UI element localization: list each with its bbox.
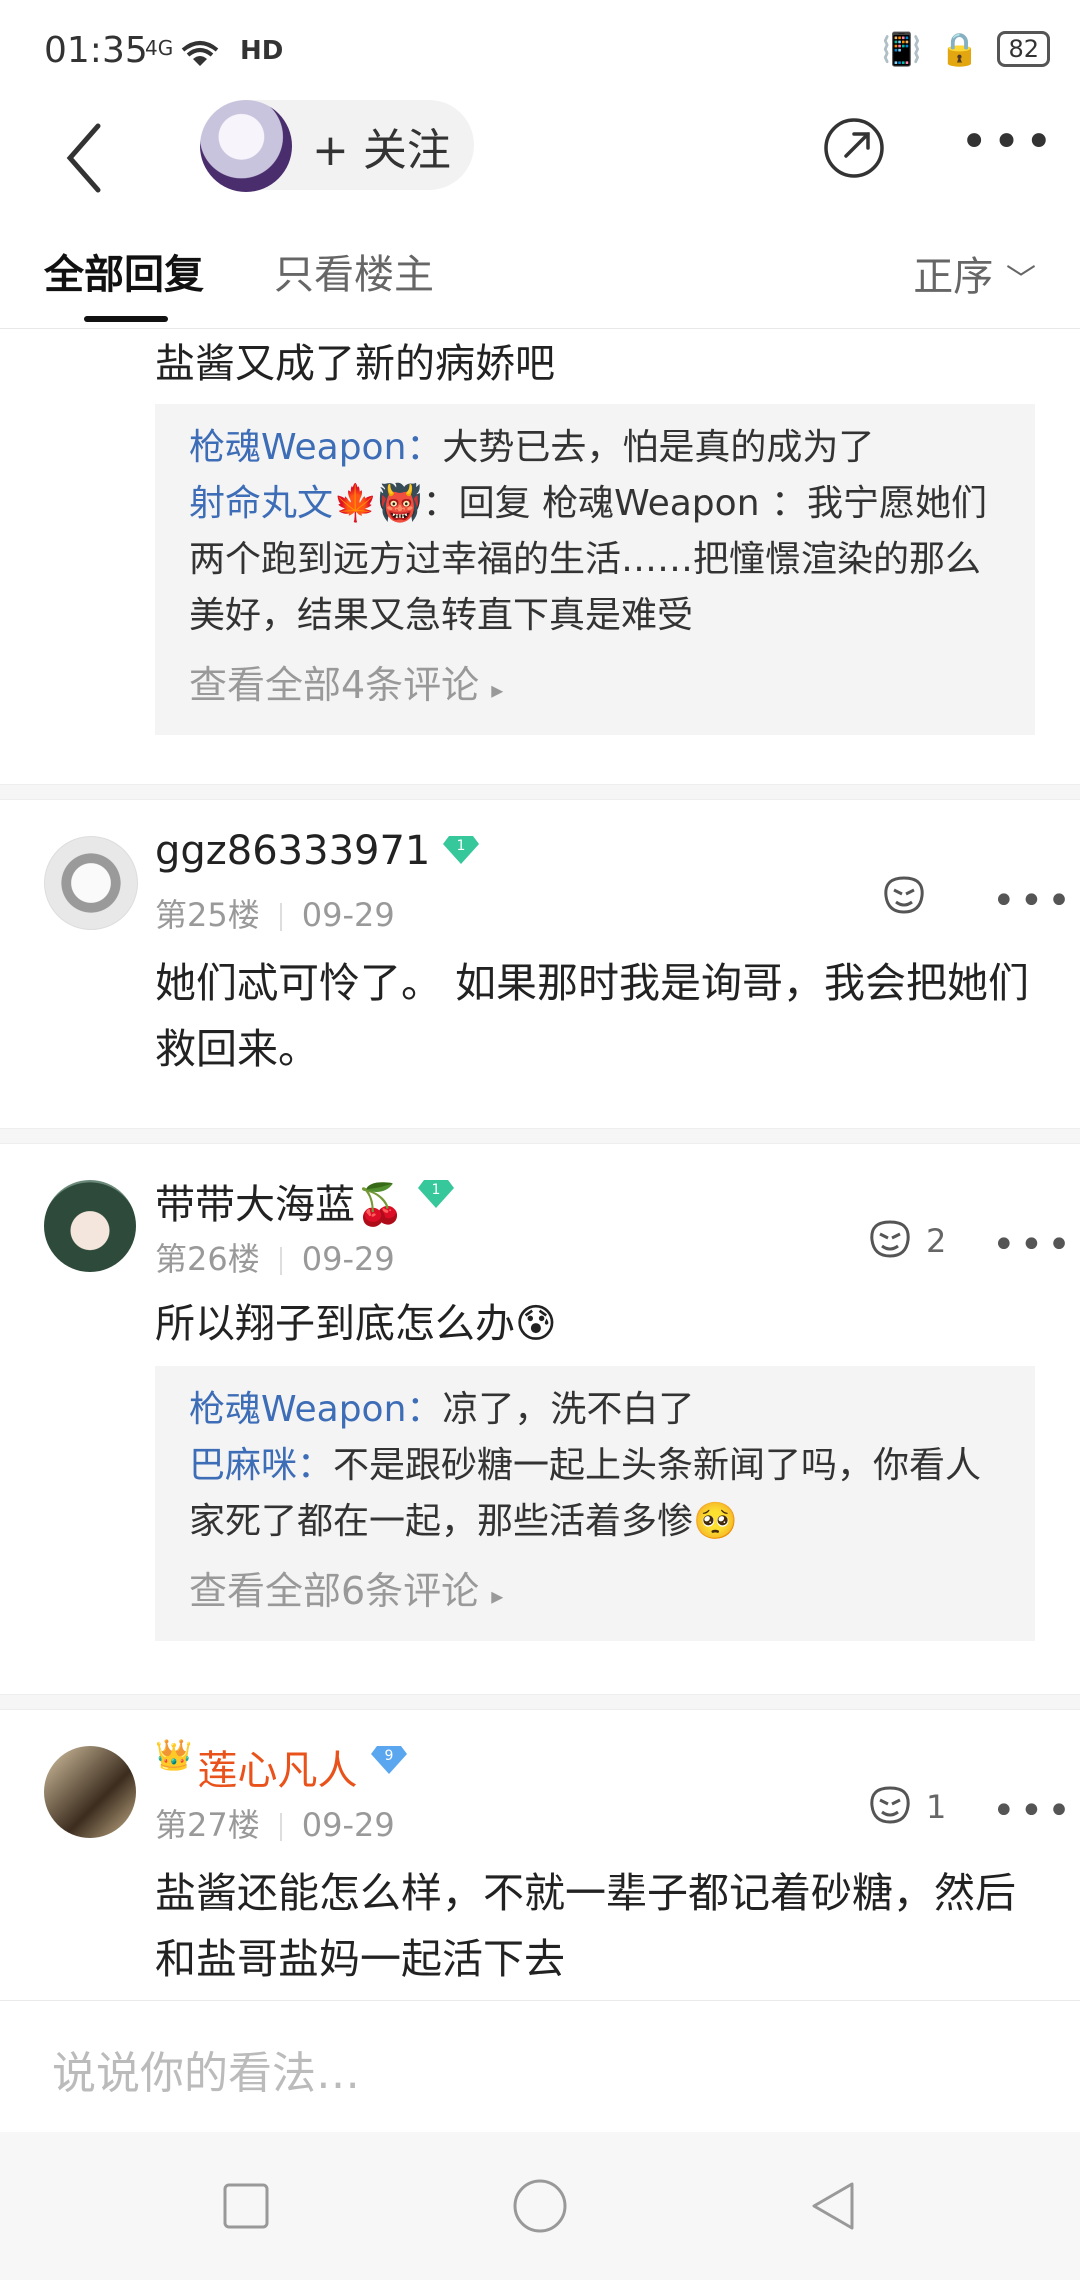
comment-more-icon[interactable]: ••• (992, 878, 1075, 924)
reply-author[interactable]: 枪魂Weapon： (189, 427, 442, 468)
comment-input[interactable]: 说说你的看法… (52, 2037, 360, 2101)
comment-meta: 第27楼 09-29 (155, 1800, 395, 1846)
tab-all-replies[interactable]: 全部回复 (44, 242, 204, 300)
reply-text: 大势已去，怕是真的成为了 (442, 427, 875, 468)
status-right: 📳 🔒 82 (882, 30, 1050, 68)
reply-author[interactable]: 枪魂Weapon： (189, 1389, 442, 1430)
top-post: 盐酱又成了新的病娇吧 枪魂Weapon：大势已去，怕是真的成为了 射命丸文🍁👹：… (155, 332, 1035, 735)
sort-label: 正序 (913, 254, 994, 300)
wifi-icon (181, 41, 219, 66)
user-line: ggz86333971 1 (155, 828, 481, 874)
share-icon[interactable] (822, 116, 886, 180)
level-number: 1 (431, 1182, 440, 1198)
level-number: 9 (384, 1748, 393, 1764)
back-arrow-icon[interactable] (60, 118, 120, 198)
reply-author[interactable]: 射命丸文 (189, 483, 333, 524)
like-icon[interactable] (880, 872, 928, 916)
user-avatar[interactable] (44, 1180, 136, 1272)
meta-separator (279, 903, 282, 931)
comment-26: 带带大海蓝🍒 1 第26楼 09-29 2 ••• 所以翔子到底怎么办😰 枪魂We… (0, 1144, 1080, 1694)
comment-more-icon[interactable]: ••• (992, 1788, 1075, 1834)
maple-leaf-icon: 🍁 (333, 483, 378, 524)
view-all-comments-link[interactable]: 查看全部4条评论 ▸ (189, 654, 1001, 709)
top-nav: + 关注 ••• (0, 100, 1080, 220)
username[interactable]: 莲心凡人 (197, 1748, 357, 1794)
crown-icon: 👑 (155, 1738, 193, 1773)
more-menu-icon[interactable]: ••• (960, 114, 1057, 170)
meta-separator (279, 1813, 282, 1841)
user-avatar[interactable] (44, 836, 138, 930)
reply-text: 凉了，洗不白了 (442, 1389, 695, 1430)
reply-tabs: 全部回复 只看楼主 正序 ﹀ (0, 220, 1080, 329)
comment-date: 09-29 (301, 1806, 395, 1844)
caret-right-icon: ▸ (491, 1582, 504, 1610)
follow-button[interactable]: + 关注 (312, 114, 451, 178)
reply-item: 枪魂Weapon：凉了，洗不白了 (189, 1382, 1001, 1438)
floor-label: 第26楼 (155, 1240, 260, 1278)
tab-owner-only[interactable]: 只看楼主 (274, 242, 434, 300)
username[interactable]: 带带大海蓝🍒 (155, 1182, 405, 1228)
caret-right-icon: ▸ (491, 676, 504, 704)
view-all-label: 查看全部6条评论 (189, 1569, 480, 1613)
comment-input-bar[interactable]: 说说你的看法… (0, 2000, 1080, 2131)
vibrate-icon: 📳 (881, 30, 922, 68)
chevron-down-icon: ﹀ (1006, 263, 1036, 298)
status-bar: 01:35 4G HD 📳 🔒 82 (0, 0, 1080, 100)
home-icon[interactable] (512, 2178, 568, 2234)
floor-label: 第25楼 (155, 896, 260, 934)
comment-more-icon[interactable]: ••• (992, 1222, 1075, 1268)
comment-date: 09-29 (301, 896, 395, 934)
follow-pill[interactable]: + 关注 (200, 100, 474, 192)
section-divider (0, 1694, 1080, 1710)
comment-text: 她们忒可怜了。 如果那时我是询哥，我会把她们救回来。 (155, 959, 1030, 1073)
level-number: 1 (457, 838, 466, 854)
status-time: 01:35 (44, 30, 148, 71)
level-badge-icon: 1 (417, 1180, 454, 1208)
like-icon[interactable] (866, 1216, 914, 1260)
like-count: 2 (926, 1222, 947, 1260)
section-divider (0, 784, 1080, 800)
section-divider (0, 1128, 1080, 1144)
level-badge-icon: 9 (370, 1746, 407, 1774)
comment-25: ggz86333971 1 第25楼 09-29 ••• 她们忒可怜了。 如果那时… (0, 800, 1080, 1128)
sort-dropdown[interactable]: 正序 ﹀ (913, 244, 1036, 302)
floor-label: 第27楼 (155, 1806, 260, 1844)
user-avatar[interactable] (44, 1746, 136, 1838)
battery-indicator: 82 (997, 31, 1050, 67)
hd-icon: HD (240, 36, 284, 66)
reply-box[interactable]: 枪魂Weapon：凉了，洗不白了 巴麻咪：不是跟砂糖一起上头条新闻了吗，你看人家… (155, 1366, 1035, 1641)
comment-date: 09-29 (301, 1240, 395, 1278)
reply-author[interactable]: 巴麻咪： (189, 1445, 333, 1486)
system-nav-bar (0, 2132, 1080, 2280)
like-icon[interactable] (866, 1782, 914, 1826)
meta-separator (279, 1247, 282, 1275)
demon-mask-icon: 👹 (377, 483, 423, 524)
comment-meta: 第26楼 09-29 (155, 1234, 395, 1280)
signal-label: 4G (145, 36, 174, 60)
username[interactable]: ggz86333971 (155, 828, 430, 874)
back-nav-icon[interactable] (808, 2180, 858, 2232)
comment-meta: 第25楼 09-29 (155, 890, 395, 936)
comment-text: 所以翔子到底怎么办😰 (155, 1301, 557, 1347)
user-line: 带带大海蓝🍒 1 (155, 1172, 456, 1230)
level-badge-icon: 1 (443, 836, 480, 864)
lock-rotation-icon: 🔒 (939, 30, 980, 68)
reply-item: 枪魂Weapon：大势已去，怕是真的成为了 (189, 420, 1001, 476)
reply-box[interactable]: 枪魂Weapon：大势已去，怕是真的成为了 射命丸文🍁👹：回复 枪魂Weapon… (155, 404, 1035, 735)
tab-indicator (84, 316, 168, 322)
user-line: 👑 莲心凡人 9 (155, 1738, 409, 1796)
comment-text: 盐酱还能怎么样，不就一辈子都记着砂糖，然后和盐哥盐妈一起活下去 (155, 1869, 1016, 1983)
reply-item: 巴麻咪：不是跟砂糖一起上头条新闻了吗，你看人家死了都在一起，那些活着多惨🥺 (189, 1438, 1001, 1550)
view-all-comments-link[interactable]: 查看全部6条评论 ▸ (189, 1560, 1001, 1615)
view-all-label: 查看全部4条评论 (189, 663, 480, 707)
post-text: 盐酱又成了新的病娇吧 (155, 341, 555, 387)
comment-27: 👑 莲心凡人 9 第27楼 09-29 1 ••• 盐酱还能怎么样，不就一辈子都记… (0, 1710, 1080, 2000)
reply-item: 射命丸文🍁👹：回复 枪魂Weapon ：我宁愿她们两个跑到远方过幸福的生活……把… (189, 476, 1001, 644)
like-count: 1 (926, 1788, 947, 1826)
author-avatar[interactable] (200, 100, 292, 192)
recent-apps-icon[interactable] (222, 2182, 270, 2230)
